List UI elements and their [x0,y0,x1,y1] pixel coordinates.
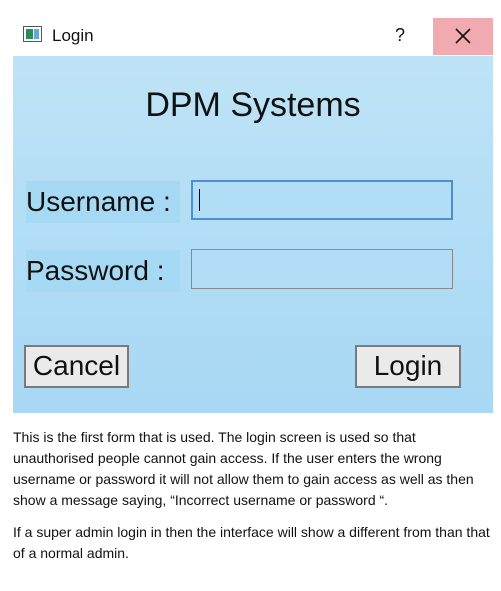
password-input[interactable] [191,249,453,289]
password-label: Password : [26,250,180,292]
app-window-icon [23,26,42,42]
window-title: Login [52,26,94,45]
username-label: Username : [26,181,180,223]
login-form: DPM Systems Username : Password : Cancel… [13,56,493,413]
description-paragraph-1: This is the first form that is used. The… [13,429,474,508]
username-input[interactable] [191,180,453,220]
help-button[interactable]: ? [385,18,415,55]
form-heading: DPM Systems [145,86,361,124]
login-button[interactable]: Login [355,345,461,388]
cancel-button[interactable]: Cancel [24,345,129,388]
close-button[interactable] [433,18,493,55]
description-paragraph-2: If a super admin login in then the inter… [13,524,490,561]
text-caret [199,189,200,211]
close-icon [455,28,471,44]
title-bar: Login ? [13,18,493,55]
